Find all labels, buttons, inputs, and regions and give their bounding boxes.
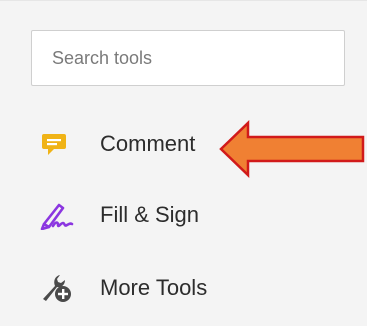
- tool-fill-sign[interactable]: Fill & Sign: [40, 195, 199, 235]
- tool-label: Fill & Sign: [100, 202, 200, 227]
- tool-comment[interactable]: Comment: [40, 124, 195, 164]
- tools-pane: Comment Fill & Sign More Tools: [0, 0, 367, 326]
- callout-arrow-icon: [219, 120, 365, 178]
- tool-label: Comment: [100, 131, 196, 156]
- search-tools-input[interactable]: [31, 30, 345, 86]
- fill-sign-icon: [40, 198, 76, 232]
- comment-icon: [40, 127, 76, 161]
- wrench-plus-icon: [40, 271, 76, 305]
- tool-more-tools[interactable]: More Tools: [40, 268, 207, 308]
- tool-label: More Tools: [100, 275, 208, 300]
